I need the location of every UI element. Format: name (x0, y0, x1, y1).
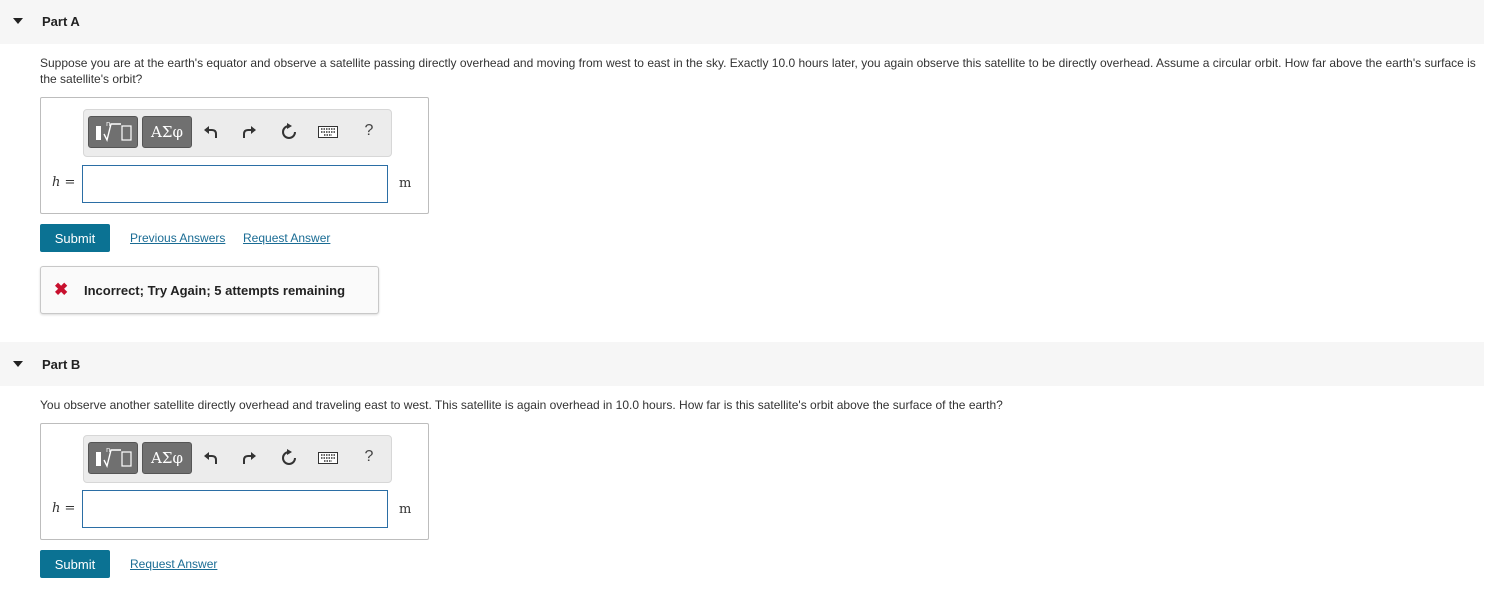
math-toolbar: n ΑΣφ ? (83, 435, 392, 483)
variable-h: h (52, 501, 61, 516)
part-b-answer-input[interactable] (82, 490, 388, 528)
part-a-header[interactable]: Part A (0, 0, 1484, 44)
help-icon[interactable]: ? (360, 447, 378, 467)
part-a-question: Suppose you are at the earth's equator a… (40, 56, 1476, 86)
variable-h: h (52, 175, 61, 190)
incorrect-x-icon: ✖ (54, 280, 69, 299)
part-a-submit-button[interactable]: Submit (40, 224, 110, 252)
part-a-title: Part A (42, 14, 80, 29)
unit-label: m (399, 176, 412, 191)
previous-answers-link[interactable]: Previous Answers (130, 231, 225, 245)
greek-symbols-button[interactable]: ΑΣφ (142, 442, 192, 474)
redo-icon[interactable] (240, 448, 258, 468)
part-b-header[interactable]: Part B (0, 342, 1484, 386)
part-b-answer-box: n ΑΣφ ? h = m (40, 423, 429, 540)
unit-label: m (399, 502, 412, 517)
part-a-answer-input[interactable] (82, 165, 388, 203)
templates-icon: n (96, 446, 132, 469)
part-a-request-answer-link[interactable]: Request Answer (243, 231, 330, 245)
reset-icon[interactable] (280, 448, 298, 468)
answer-variable-label: h = (52, 501, 75, 516)
part-b-submit-button[interactable]: Submit (40, 550, 110, 578)
keyboard-icon[interactable] (317, 122, 339, 142)
collapse-caret-icon[interactable] (13, 361, 23, 367)
answer-variable-label: h = (52, 175, 75, 190)
redo-icon[interactable] (240, 122, 258, 142)
templates-icon: n (96, 120, 132, 143)
help-icon[interactable]: ? (360, 121, 378, 141)
equals-sign: = (64, 175, 76, 190)
undo-icon[interactable] (202, 448, 220, 468)
part-b-question: You observe another satellite directly o… (40, 398, 1003, 412)
undo-icon[interactable] (202, 122, 220, 142)
templates-button[interactable]: n (88, 442, 138, 474)
equals-sign: = (64, 501, 76, 516)
part-a-answer-box: n ΑΣφ ? h = m (40, 97, 429, 214)
templates-button[interactable]: n (88, 116, 138, 148)
feedback-text: Incorrect; Try Again; 5 attempts remaini… (84, 283, 346, 298)
part-b-title: Part B (42, 357, 81, 372)
part-b-request-answer-link[interactable]: Request Answer (130, 557, 217, 571)
feedback-message: ✖ Incorrect; Try Again; 5 attempts remai… (40, 266, 379, 314)
greek-symbols-button[interactable]: ΑΣφ (142, 116, 192, 148)
reset-icon[interactable] (280, 122, 298, 142)
keyboard-icon[interactable] (317, 448, 339, 468)
collapse-caret-icon[interactable] (13, 18, 23, 24)
math-toolbar: n ΑΣφ ? (83, 109, 392, 157)
